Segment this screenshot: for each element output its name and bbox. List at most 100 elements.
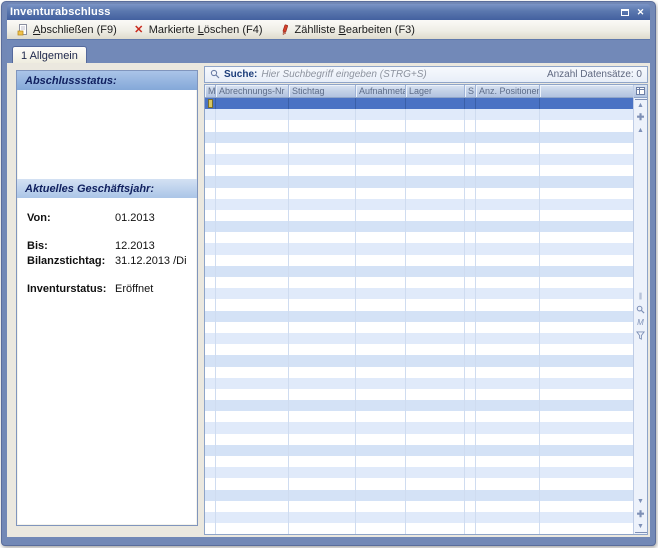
column-width-icon[interactable]: ∥ bbox=[635, 291, 647, 302]
grid-row[interactable] bbox=[205, 311, 633, 322]
grid-row[interactable] bbox=[205, 277, 633, 288]
grid-row[interactable] bbox=[205, 467, 633, 478]
grid-cell bbox=[205, 400, 216, 411]
grid-row[interactable] bbox=[205, 490, 633, 501]
grid-cell bbox=[540, 445, 633, 456]
bookmark-icon[interactable]: M bbox=[635, 317, 647, 328]
grid-cell bbox=[540, 422, 633, 433]
grid-cell bbox=[540, 389, 633, 400]
grid-row[interactable] bbox=[205, 367, 633, 378]
grid-row[interactable] bbox=[205, 154, 633, 165]
grid-cell bbox=[216, 243, 289, 254]
grid-row[interactable] bbox=[205, 411, 633, 422]
search-bar[interactable]: Suche: Hier Suchbegriff eingeben (STRG+S… bbox=[204, 66, 648, 83]
grid-cell bbox=[205, 120, 216, 131]
grid-cell bbox=[216, 232, 289, 243]
abschliessen-button[interactable]: Abschließen (F9) bbox=[11, 22, 123, 38]
grid-cell bbox=[540, 221, 633, 232]
grid-row[interactable] bbox=[205, 445, 633, 456]
grid-row[interactable] bbox=[205, 333, 633, 344]
grid-cell bbox=[216, 333, 289, 344]
grid-row[interactable] bbox=[205, 255, 633, 266]
grid-row[interactable] bbox=[205, 188, 633, 199]
grid-cell bbox=[465, 243, 476, 254]
goto-last-icon[interactable]: ▼ bbox=[635, 522, 647, 533]
window-title: Inventurabschluss bbox=[10, 6, 111, 18]
grid-row[interactable] bbox=[205, 109, 633, 120]
grid-row[interactable] bbox=[205, 322, 633, 333]
goto-first-icon[interactable]: ▲ bbox=[635, 99, 647, 110]
restore-button[interactable] bbox=[618, 6, 631, 18]
grid-row[interactable] bbox=[205, 132, 633, 143]
grid-cell bbox=[476, 98, 540, 109]
grid-cell bbox=[356, 456, 406, 467]
scroll-up-icon[interactable]: ▲ bbox=[635, 125, 647, 136]
grid-row[interactable] bbox=[205, 422, 633, 433]
grid-row[interactable] bbox=[205, 232, 633, 243]
grid-row[interactable] bbox=[205, 120, 633, 131]
grid-cell bbox=[356, 445, 406, 456]
grid-cell bbox=[406, 333, 465, 344]
grid-row[interactable] bbox=[205, 165, 633, 176]
grid-row[interactable] bbox=[205, 501, 633, 512]
column-header-1[interactable]: Abrechnungs-Nr bbox=[216, 85, 289, 97]
grid-row[interactable] bbox=[205, 143, 633, 154]
grid-row[interactable] bbox=[205, 210, 633, 221]
grid-row[interactable] bbox=[205, 434, 633, 445]
grid-cell bbox=[205, 490, 216, 501]
grid-cell bbox=[540, 512, 633, 523]
column-header-6[interactable]: Anz. Positionen bbox=[476, 85, 540, 97]
grid-row[interactable] bbox=[205, 512, 633, 523]
grid-row[interactable] bbox=[205, 344, 633, 355]
grid-row[interactable] bbox=[205, 355, 633, 366]
grid-cell bbox=[216, 109, 289, 120]
page-up-icon[interactable]: ✚ bbox=[635, 112, 647, 123]
grid-cell bbox=[205, 311, 216, 322]
zaehlliste-bearbeiten-button[interactable]: Zählliste Bearbeiten (F3) bbox=[273, 22, 421, 38]
grid-cell bbox=[406, 165, 465, 176]
grid-cell bbox=[289, 243, 356, 254]
grid-cell bbox=[476, 322, 540, 333]
grid-row[interactable] bbox=[205, 266, 633, 277]
scroll-down-icon[interactable]: ▼ bbox=[635, 496, 647, 507]
tab-allgemein[interactable]: 1 Allgemein bbox=[12, 46, 87, 63]
grid-row[interactable] bbox=[205, 523, 633, 534]
grid-cell bbox=[356, 199, 406, 210]
column-header-5[interactable]: S bbox=[465, 85, 476, 97]
bis-value: 12.2013 bbox=[115, 240, 155, 252]
grid-cell bbox=[205, 434, 216, 445]
close-button[interactable]: ✕ bbox=[634, 6, 647, 18]
grid-row[interactable] bbox=[205, 199, 633, 210]
grid-cell bbox=[205, 456, 216, 467]
grid-cell bbox=[465, 210, 476, 221]
column-header-2[interactable]: Stichtag bbox=[289, 85, 356, 97]
column-header-3[interactable]: Aufnahmetag bbox=[356, 85, 406, 97]
grid-search-icon[interactable] bbox=[635, 304, 647, 315]
search-input[interactable]: Hier Suchbegriff eingeben (STRG+S) bbox=[261, 69, 543, 80]
page-down-icon[interactable]: ✚ bbox=[635, 509, 647, 520]
grid-cell bbox=[406, 344, 465, 355]
grid-row[interactable] bbox=[205, 299, 633, 310]
bilanzstichtag-value: 31.12.2013 /Di bbox=[115, 255, 187, 267]
grid-row[interactable] bbox=[205, 378, 633, 389]
grid-row[interactable] bbox=[205, 221, 633, 232]
title-bar[interactable]: Inventurabschluss ✕ bbox=[7, 4, 650, 20]
grid-row[interactable] bbox=[205, 400, 633, 411]
column-chooser-button[interactable] bbox=[634, 85, 648, 98]
column-header-0[interactable]: M bbox=[205, 85, 216, 97]
grid-row[interactable] bbox=[205, 288, 633, 299]
grid-cell bbox=[356, 311, 406, 322]
grid-row[interactable] bbox=[205, 389, 633, 400]
markierte-loeschen-button[interactable]: ✕ Markierte Löschen (F4) bbox=[127, 22, 269, 38]
grid-row[interactable] bbox=[205, 243, 633, 254]
grid-cell bbox=[289, 311, 356, 322]
grid-row[interactable] bbox=[205, 456, 633, 467]
grid-cell bbox=[356, 411, 406, 422]
grid-row[interactable] bbox=[205, 478, 633, 489]
grid-cell bbox=[540, 478, 633, 489]
grid-row[interactable] bbox=[205, 176, 633, 187]
grid-cell bbox=[356, 367, 406, 378]
grid-row-selected[interactable] bbox=[205, 98, 633, 109]
filter-icon[interactable] bbox=[635, 330, 647, 341]
column-header-4[interactable]: Lager bbox=[406, 85, 465, 97]
